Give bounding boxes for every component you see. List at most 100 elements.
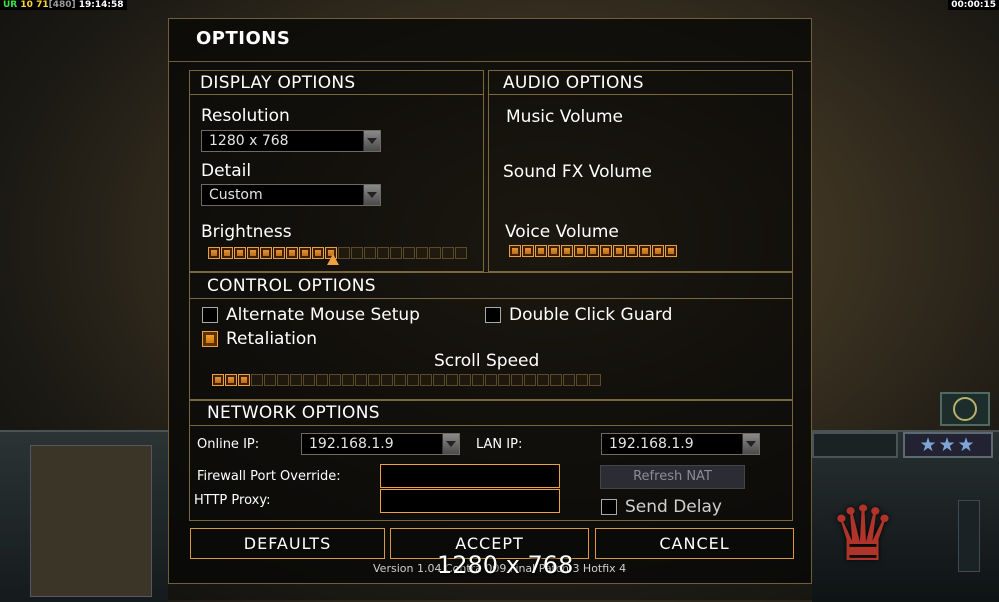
slider-segment[interactable] [394,374,406,386]
slider-segment[interactable] [600,245,612,257]
lan-ip-value: 192.168.1.9 [609,436,694,452]
slider-segment[interactable] [312,247,324,259]
slider-segment[interactable] [524,374,536,386]
slider-segment[interactable] [221,247,233,259]
firewall-port-label: Firewall Port Override: [197,469,341,484]
slider-segment[interactable] [407,374,419,386]
slider-segment[interactable] [589,374,601,386]
slider-segment[interactable] [511,374,523,386]
slider-segment[interactable] [509,245,521,257]
sidebar-tab[interactable] [812,432,898,458]
slider-segment[interactable] [433,374,445,386]
slider-segment[interactable] [455,247,467,259]
slider-segment[interactable] [652,245,664,257]
slider-segment[interactable] [522,245,534,257]
slider-segment[interactable] [238,374,250,386]
slider-segment[interactable] [277,374,289,386]
firewall-port-input[interactable] [380,464,560,488]
slider-segment[interactable] [459,374,471,386]
slider-segment[interactable] [264,374,276,386]
slider-segment[interactable] [639,245,651,257]
slider-segment[interactable] [234,247,246,259]
slider-segment[interactable] [498,374,510,386]
chevron-down-icon[interactable] [363,185,380,205]
detail-label: Detail [201,161,252,181]
slider-segment[interactable] [286,247,298,259]
slider-segment[interactable] [247,247,259,259]
online-ip-label: Online IP: [197,437,260,452]
slider-segment[interactable] [442,247,454,259]
brightness-thumb[interactable] [327,254,339,265]
defaults-button[interactable]: DEFAULTS [190,528,385,559]
slider-segment[interactable] [381,374,393,386]
slider-segment[interactable] [403,247,415,259]
slider-segment[interactable] [208,247,220,259]
slider-segment[interactable] [316,374,328,386]
slider-segment[interactable] [351,247,363,259]
network-options-panel: NETWORK OPTIONS Online IP: 192.168.1.9 L… [189,400,793,521]
lan-ip-label: LAN IP: [476,437,523,452]
refresh-nat-button[interactable]: Refresh NAT [600,465,745,489]
online-ip-value: 192.168.1.9 [309,436,394,452]
slider-segment[interactable] [377,247,389,259]
slider-segment[interactable] [446,374,458,386]
options-dialog: OPTIONS DISPLAY OPTIONS Resolution 1280 … [168,18,812,584]
slider-segment[interactable] [548,245,560,257]
slider-segment[interactable] [626,245,638,257]
slider-segment[interactable] [273,247,285,259]
chevron-down-icon[interactable] [442,434,459,454]
slider-segment[interactable] [613,245,625,257]
control-heading: CONTROL OPTIONS [207,276,376,296]
alternate-mouse-checkbox[interactable] [202,307,218,323]
resolution-dropdown[interactable]: 1280 x 768 [201,130,381,152]
chevron-down-icon[interactable] [742,434,759,454]
slider-segment[interactable] [355,374,367,386]
send-delay-checkbox[interactable] [601,499,617,515]
hud-stats: UR 10 71[480] 19:14:58 [0,0,127,10]
slider-segment[interactable] [342,374,354,386]
slider-segment[interactable] [535,245,547,257]
slider-segment[interactable] [260,247,272,259]
scroll-speed-label: Scroll Speed [434,351,540,371]
slider-segment[interactable] [251,374,263,386]
scroll-speed-slider[interactable] [212,374,792,388]
slider-segment[interactable] [368,374,380,386]
slider-segment[interactable] [364,247,376,259]
slider-segment[interactable] [537,374,549,386]
slider-segment[interactable] [587,245,599,257]
control-header: CONTROL OPTIONS [190,273,792,299]
slider-segment[interactable] [665,245,677,257]
slider-segment[interactable] [390,247,402,259]
voice-volume-label: Voice Volume [505,222,619,242]
http-proxy-input[interactable] [380,489,560,513]
slider-segment[interactable] [563,374,575,386]
voice-volume-slider[interactable] [509,245,709,259]
slider-segment[interactable] [576,374,588,386]
detail-dropdown[interactable]: Custom [201,184,381,206]
slider-segment[interactable] [485,374,497,386]
slider-segment[interactable] [420,374,432,386]
slider-segment[interactable] [212,374,224,386]
chevron-down-icon[interactable] [363,131,380,151]
sfx-volume-label: Sound FX Volume [503,162,652,182]
slider-segment[interactable] [472,374,484,386]
slider-segment[interactable] [550,374,562,386]
slider-segment[interactable] [429,247,441,259]
display-options-panel: DISPLAY OPTIONS Resolution 1280 x 768 De… [189,70,484,272]
cancel-button[interactable]: CANCEL [595,528,794,559]
slider-segment[interactable] [299,247,311,259]
slider-segment[interactable] [225,374,237,386]
slider-segment[interactable] [303,374,315,386]
online-ip-dropdown[interactable]: 192.168.1.9 [301,433,460,455]
slider-segment[interactable] [574,245,586,257]
lan-ip-dropdown[interactable]: 192.168.1.9 [601,433,760,455]
radar-icon[interactable] [940,392,990,426]
slider-segment[interactable] [338,247,350,259]
slider-segment[interactable] [561,245,573,257]
slider-segment[interactable] [290,374,302,386]
music-volume-label: Music Volume [506,107,623,127]
double-click-guard-checkbox[interactable] [485,307,501,323]
slider-segment[interactable] [329,374,341,386]
retaliation-checkbox[interactable] [202,331,218,347]
slider-segment[interactable] [416,247,428,259]
